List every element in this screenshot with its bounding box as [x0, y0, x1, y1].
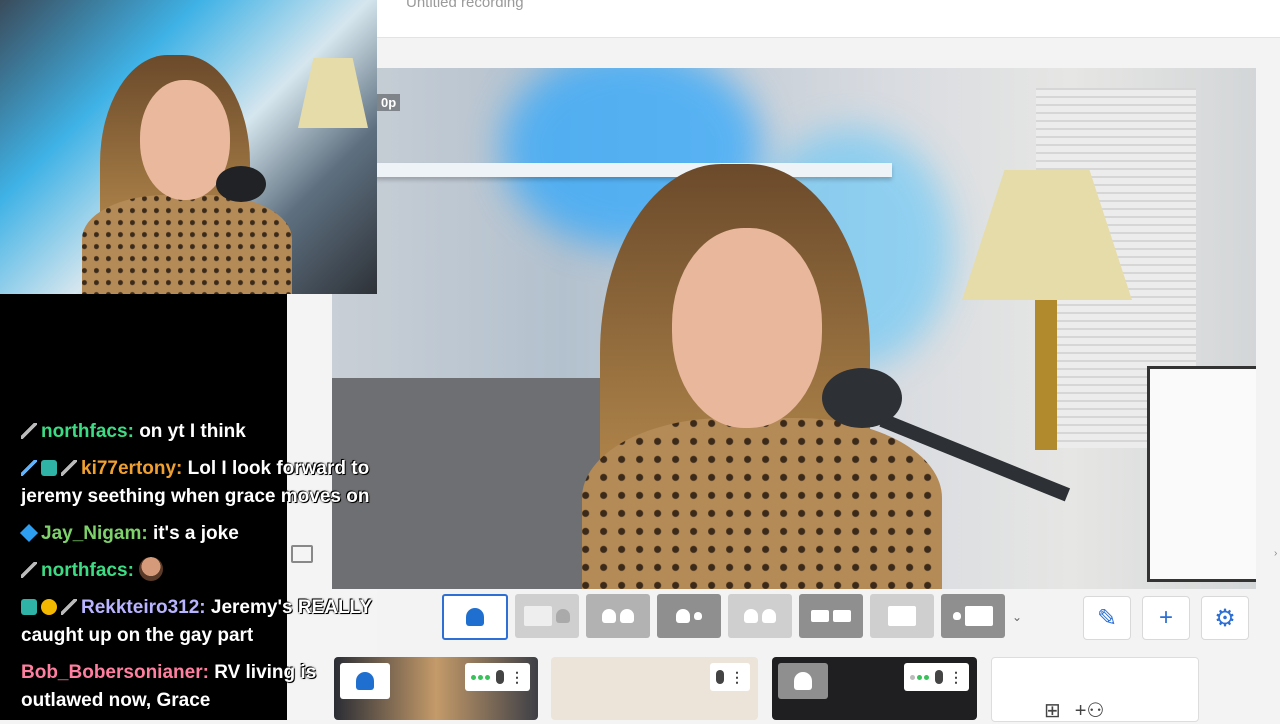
tile-controls: ⋮ [710, 663, 750, 691]
chat-username: Jay_Nigam: [41, 523, 148, 544]
tile-controls: ⋮ [904, 663, 969, 691]
chat-text: on yt I think [139, 421, 246, 442]
microphone [822, 368, 902, 428]
invite-guest-icon[interactable]: +⚇ [1075, 698, 1105, 721]
microphone-icon[interactable] [496, 670, 504, 684]
screen-icon [888, 606, 916, 626]
chat-username: Rekkteiro312: [81, 597, 206, 618]
person-icon [620, 609, 634, 623]
add-icons: ⊞ +⚇ [1044, 698, 1105, 721]
chat-username: northfacs: [41, 560, 134, 581]
studio-header: Untitled recording [377, 0, 1280, 38]
layout-solo-button[interactable] [442, 594, 508, 640]
person-icon [794, 672, 812, 690]
more-options-icon[interactable]: ⋮ [730, 669, 744, 686]
layout-pip-button[interactable] [941, 594, 1005, 638]
layout-news-icon [811, 610, 829, 622]
settings-button[interactable]: ⚙ [1201, 596, 1249, 640]
layout-toolbar [442, 594, 1005, 640]
person-icon [602, 609, 616, 623]
chat-message: northfacs: [21, 557, 401, 585]
chat-message: ki77ertony: Lol I look forward to jeremy… [21, 455, 401, 511]
microphone-icon[interactable] [935, 670, 943, 684]
chevron-right-icon[interactable]: › [1274, 548, 1280, 559]
subscriber-badge-icon [41, 460, 57, 476]
show-on-stage-button[interactable] [778, 663, 828, 699]
person-body [582, 418, 942, 589]
chat-message: Rekkteiro312: Jeremy's REALLY caught up … [21, 594, 401, 650]
person-face [672, 228, 822, 428]
subscriber-badge-icon [21, 599, 37, 615]
layout-screen-button[interactable] [870, 594, 934, 638]
monitor [1147, 366, 1256, 582]
more-options-icon[interactable]: ⋮ [510, 669, 524, 686]
chat-username: Bob_Bobersonianer: [21, 662, 209, 683]
layout-more-chevron-icon[interactable]: ⌄ [1012, 608, 1026, 626]
stage-video: 0p [332, 68, 1256, 589]
microphone [216, 166, 266, 202]
person-icon [676, 609, 690, 623]
lamp-shade [298, 58, 368, 128]
layout-thin-button[interactable] [515, 594, 579, 638]
person-body [82, 195, 292, 294]
shelf [372, 163, 892, 177]
stage-quality-label: 0p [377, 94, 401, 111]
layout-split-button[interactable] [728, 594, 792, 638]
chat-text: it's a joke [152, 523, 239, 544]
layout-news-icon-2 [833, 610, 851, 622]
moderator-badge-icon [61, 599, 77, 615]
microphone-icon[interactable] [716, 670, 724, 684]
pencil-icon: ✎ [1096, 604, 1118, 632]
face-emote-icon [139, 557, 164, 581]
gear-icon: ⚙ [1214, 604, 1236, 632]
audio-level-icon [910, 674, 929, 680]
sidebar-collapse-icon[interactable] [291, 545, 313, 563]
chat-message: Bob_Bobersonianer: RV living is outlawed… [21, 659, 401, 715]
layout-leader-button[interactable] [657, 594, 721, 638]
audio-level-icon [471, 674, 490, 680]
person-icon [762, 609, 776, 623]
chat-messages: northfacs: on yt I think ki77ertony: Lol… [19, 418, 401, 724]
more-options-icon[interactable]: ⋮ [949, 669, 963, 686]
person-icon [466, 608, 484, 626]
moderator-badge-icon [61, 460, 77, 476]
person-icon [556, 609, 570, 623]
cube-badge-icon [19, 523, 39, 543]
moderator-badge-icon [21, 423, 37, 439]
chat-message: Jay_Nigam: it's a joke [19, 520, 401, 548]
gold-badge-icon [41, 599, 57, 615]
layout-news-button[interactable] [799, 594, 863, 638]
chat-message: northfacs: on yt I think [21, 418, 401, 446]
add-media-icon[interactable]: ⊞ [1044, 698, 1061, 721]
layout-group-button[interactable] [586, 594, 650, 638]
moderator-badge-icon [21, 562, 37, 578]
streamer-webcam [0, 0, 377, 294]
tile-controls: ⋮ [465, 663, 530, 691]
pip-icon [965, 606, 993, 626]
person-icon [694, 612, 702, 620]
participant-tile[interactable]: ⋮ [772, 657, 977, 720]
person-icon [953, 612, 961, 620]
add-source-tile[interactable]: ⊞ +⚇ [991, 657, 1199, 722]
participant-tile[interactable]: ⋮ [551, 657, 758, 720]
sword-badge-icon [21, 460, 37, 476]
add-button[interactable]: + [1142, 596, 1190, 640]
edit-button[interactable]: ✎ [1083, 596, 1131, 640]
chat-username: northfacs: [41, 421, 134, 442]
chat-username: ki77ertony: [81, 458, 183, 479]
recording-title[interactable]: Untitled recording [406, 0, 524, 11]
lamp-base [1035, 300, 1057, 450]
plus-icon: + [1158, 604, 1173, 631]
person-icon [744, 609, 758, 623]
layout-thin-icon [524, 606, 552, 626]
